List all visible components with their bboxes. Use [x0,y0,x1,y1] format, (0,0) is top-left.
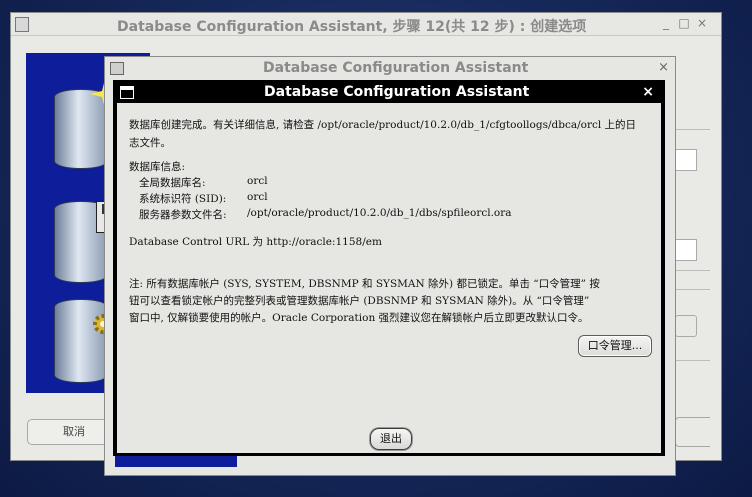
close-icon[interactable]: × [658,60,669,75]
completion-dialog-titlebar[interactable]: Database Configuration Assistant × [114,81,664,103]
completion-message: 数据库创建完成。有关详细信息, 请检查 /opt/oracle/product/… [129,119,637,131]
wizard-title: Database Configuration Assistant, 步骤 12(… [117,19,587,35]
security-note-line2: 钮可以查看锁定帐户的完整列表或管理数据库帐户 (DBSNMP 和 SYSMAN … [129,295,590,307]
completion-dialog-body: 数据库创建完成。有关详细信息, 请检查 /opt/oracle/product/… [117,103,661,453]
completion-dialog-title: Database Configuration Assistant [264,84,530,100]
sid-value: orcl [247,191,268,203]
close-icon[interactable]: × [695,16,709,30]
security-note-line3: 窗口中, 仅解锁要使用的帐户。Oracle Corporation 强烈建议您在… [129,312,589,324]
maximize-icon[interactable]: □ [677,16,691,30]
db-info-header: 数据库信息: [129,161,186,173]
window-menu-icon[interactable] [120,86,134,99]
option-input[interactable] [675,149,697,171]
completion-dialog: Database Configuration Assistant × 数据库创建… [113,80,665,456]
spfile-label: 服务器参数文件名: [139,209,227,221]
sid-label: 系统标识符 (SID): [139,193,227,205]
wizard-titlebar[interactable]: Database Configuration Assistant, 步骤 12(… [11,13,721,36]
window-menu-icon[interactable] [15,17,29,32]
spfile-value: /opt/oracle/product/10.2.0/db_1/dbs/spfi… [247,207,512,219]
global-db-name-value: orcl [247,175,268,187]
exit-button[interactable]: 退出 [370,428,412,450]
nav-button-frame[interactable] [675,417,710,447]
completion-message-cont: 志文件。 [129,137,171,149]
close-icon[interactable]: × [642,84,654,100]
browse-button[interactable] [675,315,697,337]
option-input[interactable] [675,239,697,261]
global-db-name-label: 全局数据库名: [139,177,206,189]
progress-dialog-title: Database Configuration Assistant [263,60,529,76]
minimize-icon[interactable]: _ [659,16,673,30]
window-menu-icon[interactable] [110,62,124,75]
password-management-button[interactable]: 口令管理... [578,335,652,357]
db-control-url: Database Control URL 为 http://oracle:115… [129,236,382,248]
progress-dialog-titlebar[interactable]: Database Configuration Assistant × [105,57,675,79]
security-note: 注: 所有数据库帐户 (SYS, SYSTEM, DBSNMP 和 SYSMAN… [129,278,600,290]
